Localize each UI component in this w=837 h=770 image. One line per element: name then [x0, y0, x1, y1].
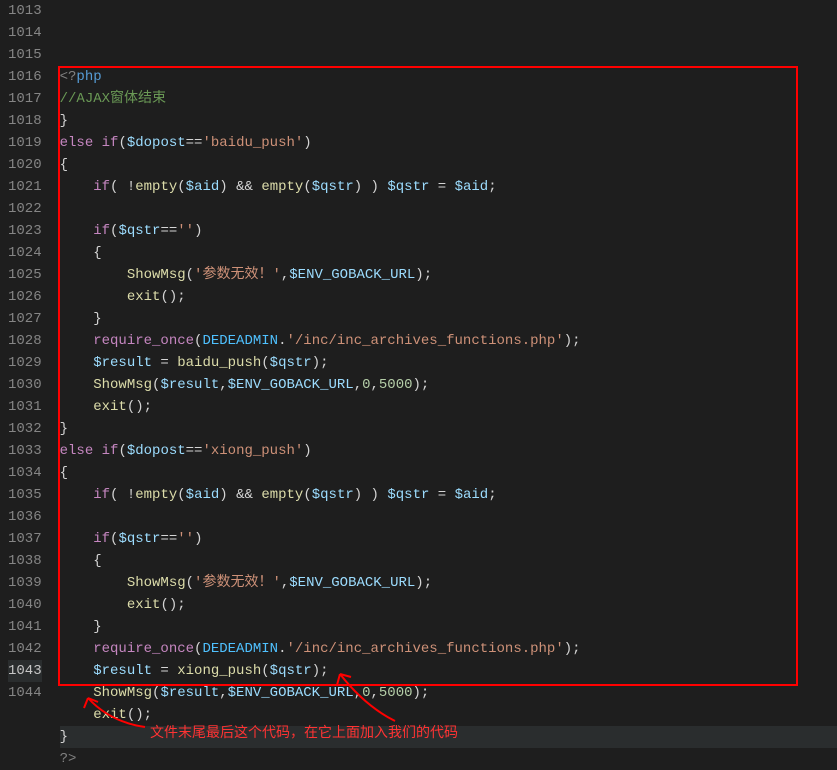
line-number: 1026	[8, 286, 42, 308]
line-number: 1028	[8, 330, 42, 352]
code-line[interactable]: {	[60, 550, 837, 572]
line-number: 1019	[8, 132, 42, 154]
line-number: 1020	[8, 154, 42, 176]
code-line[interactable]: {	[60, 242, 837, 264]
line-number: 1015	[8, 44, 42, 66]
code-line[interactable]: ShowMsg('参数无效！',$ENV_GOBACK_URL);	[60, 264, 837, 286]
line-number: 1043	[8, 660, 42, 682]
line-number: 1027	[8, 308, 42, 330]
line-number: 1040	[8, 594, 42, 616]
code-line[interactable]: {	[60, 154, 837, 176]
line-number: 1036	[8, 506, 42, 528]
code-line[interactable]: //AJAX窗体结束	[60, 88, 837, 110]
line-number: 1022	[8, 198, 42, 220]
code-line[interactable]: {	[60, 462, 837, 484]
code-line[interactable]: exit();	[60, 286, 837, 308]
line-number-gutter: 1013101410151016101710181019102010211022…	[0, 0, 60, 764]
line-number: 1037	[8, 528, 42, 550]
code-line[interactable]: require_once(DEDEADMIN.'/inc/inc_archive…	[60, 638, 837, 660]
code-line[interactable]: ShowMsg('参数无效！',$ENV_GOBACK_URL);	[60, 572, 837, 594]
code-line[interactable]: if($qstr=='')	[60, 528, 837, 550]
line-number: 1042	[8, 638, 42, 660]
line-number: 1014	[8, 22, 42, 44]
code-line[interactable]: }	[60, 308, 837, 330]
code-line[interactable]	[60, 506, 837, 528]
line-number: 1018	[8, 110, 42, 132]
line-number: 1035	[8, 484, 42, 506]
line-number: 1030	[8, 374, 42, 396]
line-number: 1021	[8, 176, 42, 198]
code-line[interactable]: if( !empty($aid) && empty($qstr) ) $qstr…	[60, 484, 837, 506]
line-number: 1032	[8, 418, 42, 440]
code-line[interactable]: exit();	[60, 704, 837, 726]
code-line[interactable]: <?php	[60, 66, 837, 88]
line-number: 1025	[8, 264, 42, 286]
line-number: 1039	[8, 572, 42, 594]
line-number: 1038	[8, 550, 42, 572]
line-number: 1031	[8, 396, 42, 418]
code-line[interactable]: exit();	[60, 594, 837, 616]
code-line[interactable]: ?>	[60, 748, 837, 770]
code-line[interactable]: if( !empty($aid) && empty($qstr) ) $qstr…	[60, 176, 837, 198]
code-line[interactable]: $result = xiong_push($qstr);	[60, 660, 837, 682]
line-number: 1016	[8, 66, 42, 88]
line-number: 1024	[8, 242, 42, 264]
line-number: 1029	[8, 352, 42, 374]
code-line[interactable]: }	[60, 726, 837, 748]
code-line[interactable]: else if($dopost=='xiong_push')	[60, 440, 837, 462]
line-number: 1044	[8, 682, 42, 704]
code-line[interactable]: $result = baidu_push($qstr);	[60, 352, 837, 374]
code-line[interactable]: ShowMsg($result,$ENV_GOBACK_URL,0,5000);	[60, 682, 837, 704]
code-line[interactable]: require_once(DEDEADMIN.'/inc/inc_archive…	[60, 330, 837, 352]
line-number: 1023	[8, 220, 42, 242]
code-line[interactable]: }	[60, 616, 837, 638]
code-line[interactable]: if($qstr=='')	[60, 220, 837, 242]
code-area[interactable]: <?php//AJAX窗体结束}else if($dopost=='baidu_…	[60, 0, 837, 764]
line-number: 1034	[8, 462, 42, 484]
line-number: 1041	[8, 616, 42, 638]
code-line[interactable]: exit();	[60, 396, 837, 418]
code-line[interactable]: }	[60, 110, 837, 132]
code-line[interactable]: else if($dopost=='baidu_push')	[60, 132, 837, 154]
line-number: 1033	[8, 440, 42, 462]
line-number: 1013	[8, 0, 42, 22]
line-number: 1017	[8, 88, 42, 110]
code-line[interactable]: ShowMsg($result,$ENV_GOBACK_URL,0,5000);	[60, 374, 837, 396]
code-editor[interactable]: 1013101410151016101710181019102010211022…	[0, 0, 837, 764]
code-line[interactable]	[60, 198, 837, 220]
code-line[interactable]: }	[60, 418, 837, 440]
